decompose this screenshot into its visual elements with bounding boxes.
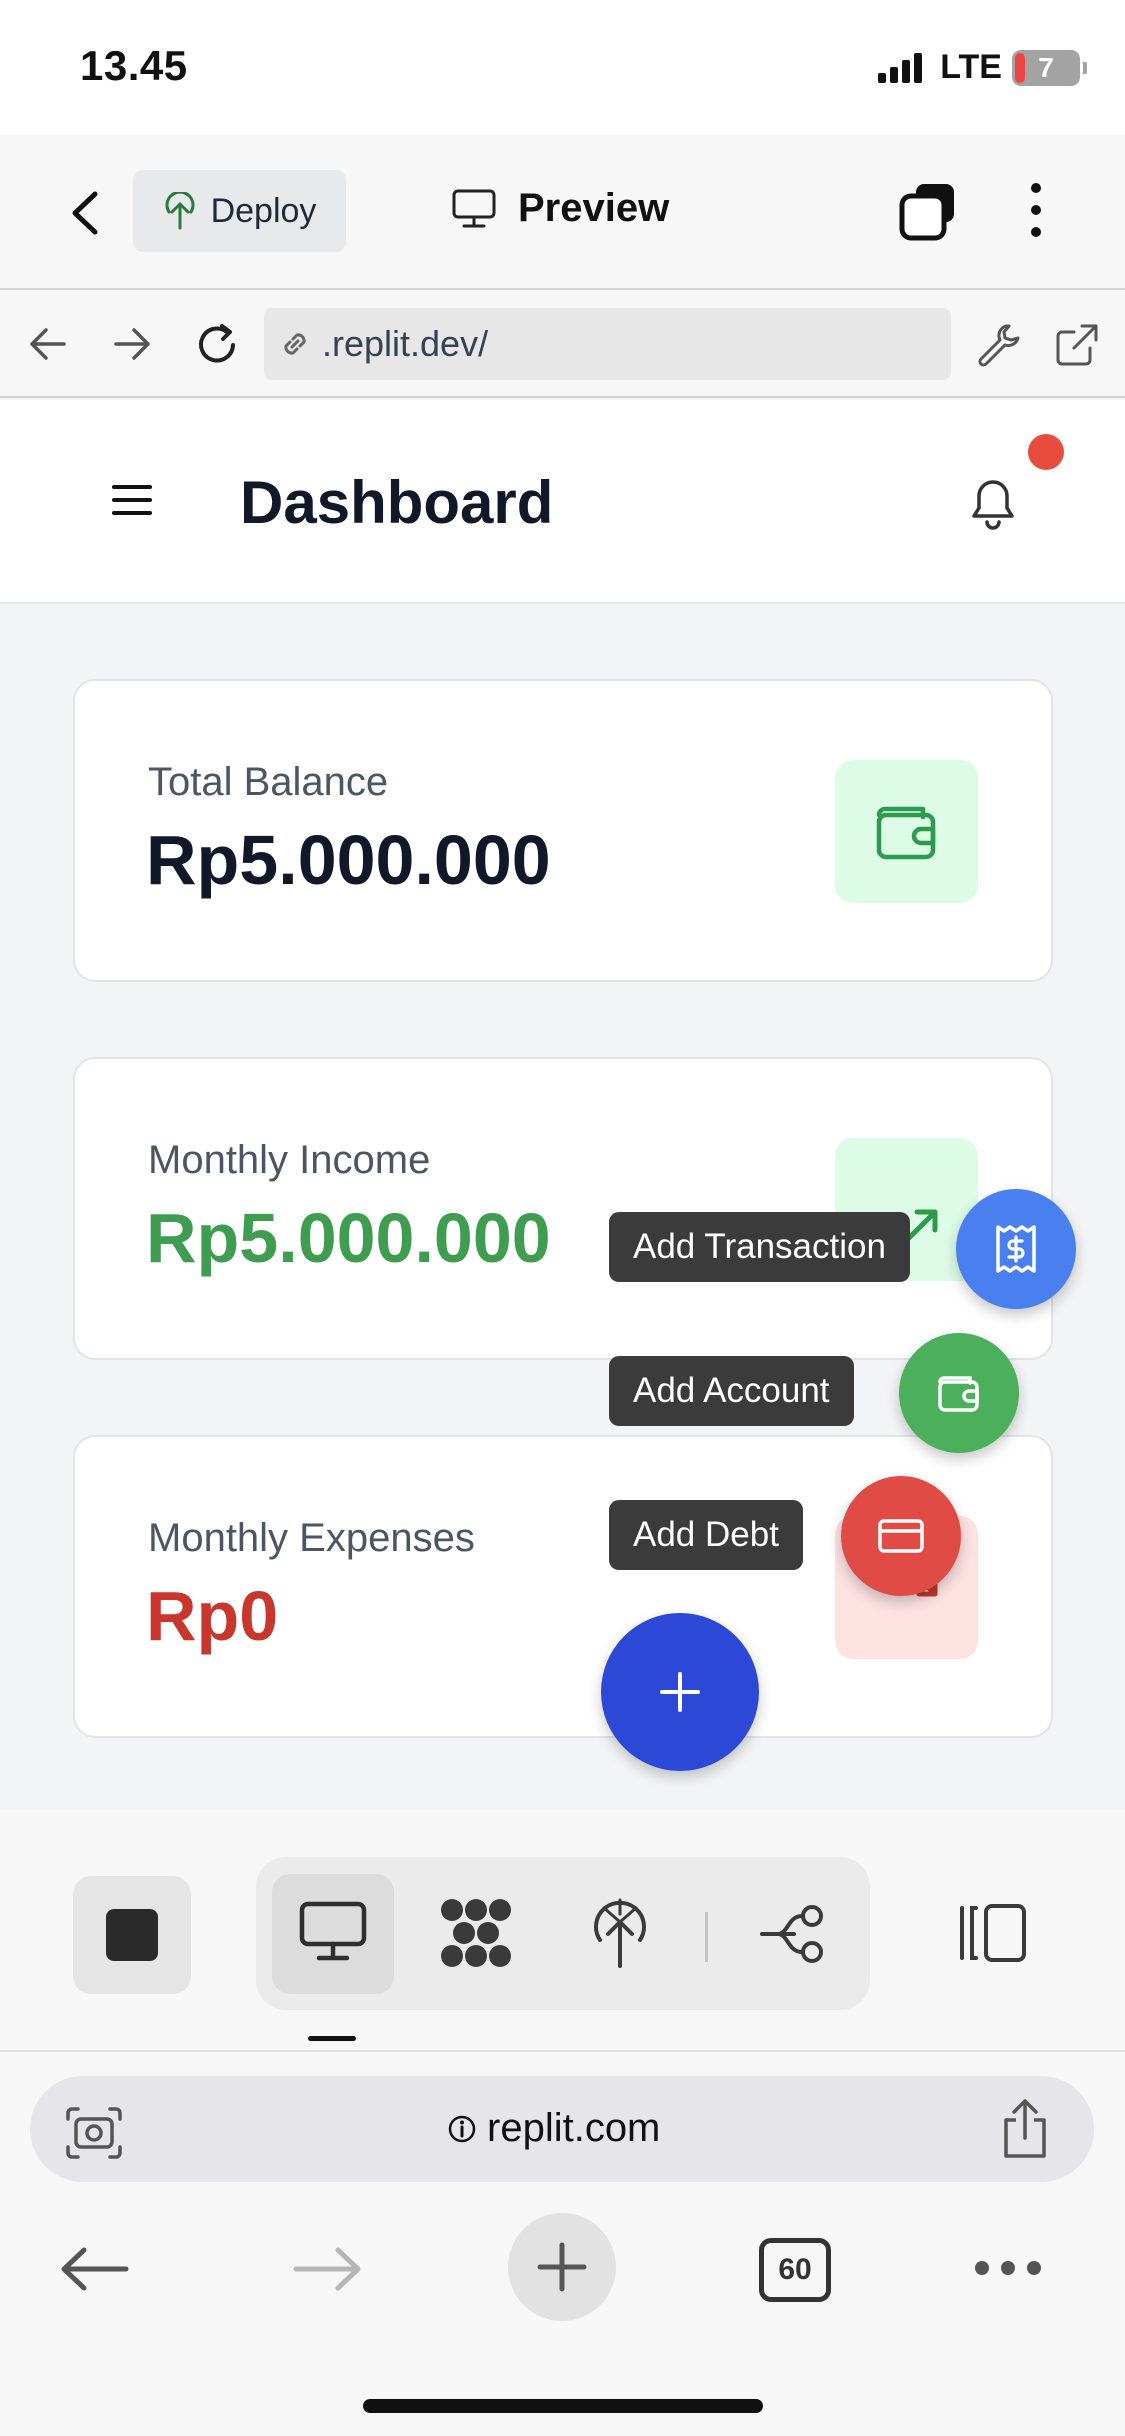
visual-lookup-button[interactable] (64, 2105, 124, 2161)
git-branch-icon (760, 1905, 823, 1963)
receipt-dollar-icon (996, 1225, 1036, 1273)
safari-forward-button[interactable] (292, 2246, 364, 2292)
add-debt-tooltip: Add Debt (609, 1500, 803, 1570)
arrow-left-icon (30, 328, 66, 360)
bell-icon (972, 480, 1014, 530)
card-value: Rp5.000.000 (146, 821, 551, 899)
arrow-left-icon (61, 2247, 129, 2291)
add-account-tooltip: Add Account (609, 1356, 854, 1426)
status-indicators: LTE 7 (878, 48, 1087, 87)
status-bar: 13.45 LTE 7 (0, 0, 1125, 135)
url-input[interactable]: .replit.dev/ (264, 308, 951, 380)
wallet-icon-tile (835, 760, 978, 903)
cluster-icon (441, 1899, 511, 1967)
credit-card-icon (878, 1519, 924, 1553)
arrow-right-icon (293, 2247, 361, 2291)
camera-scan-icon (66, 2107, 122, 2159)
stop-button[interactable] (73, 1876, 191, 1994)
card-value: Rp5.000.000 (146, 1199, 551, 1277)
safari-domain: replit.com (487, 2106, 661, 2150)
wrench-icon (978, 324, 1020, 367)
external-link-icon (1056, 324, 1098, 366)
active-tab-indicator (308, 2036, 356, 2041)
wallet-icon (938, 1376, 979, 1412)
wallet-icon (876, 806, 935, 859)
sidebar-panel-icon (960, 1904, 1026, 1962)
cellular-signal-icon (878, 52, 923, 83)
safari-more-button[interactable] (972, 2258, 1044, 2278)
deploy-icon (594, 1898, 646, 1968)
card-label: Monthly Income (148, 1138, 431, 1182)
new-tab-button[interactable] (508, 2213, 616, 2321)
open-external-button[interactable] (1054, 322, 1100, 368)
more-options-button[interactable] (1018, 180, 1054, 240)
card-label: Monthly Expenses (148, 1516, 475, 1560)
safari-back-button[interactable] (58, 2246, 130, 2292)
speed-dial-toggle-button[interactable] (601, 1613, 759, 1771)
preview-tool-button[interactable] (299, 1900, 367, 1964)
arrow-right-icon (114, 328, 150, 360)
reload-button[interactable] (192, 320, 242, 370)
share-icon (1004, 2099, 1046, 2158)
notifications-button[interactable] (968, 476, 1018, 532)
add-account-button[interactable] (899, 1333, 1019, 1453)
battery-level: 7 (1038, 51, 1054, 83)
share-button[interactable] (998, 2098, 1052, 2160)
plus-icon (537, 2242, 587, 2292)
page-title: Dashboard (240, 469, 554, 536)
devtools-button[interactable] (976, 322, 1022, 368)
link-icon (284, 333, 306, 355)
tabs-button[interactable] (898, 180, 958, 242)
more-horizontal-icon (975, 2261, 1041, 2275)
monitor-icon (452, 189, 496, 227)
url-text: .replit.dev/ (322, 323, 489, 364)
preview-tab[interactable]: Preview (452, 186, 669, 231)
menu-button[interactable] (110, 482, 154, 518)
notification-badge (1028, 434, 1064, 470)
tab-count-button[interactable]: 60 (759, 2238, 831, 2302)
nav-forward-button[interactable] (112, 326, 152, 362)
monitor-icon (299, 1901, 367, 1961)
hamburger-menu-icon (112, 485, 152, 515)
panel-toggle-button[interactable] (958, 1902, 1028, 1964)
status-time: 13.45 (80, 42, 188, 89)
info-icon (448, 2115, 476, 2142)
deploy-icon (165, 192, 194, 230)
back-button[interactable] (65, 190, 105, 236)
chevron-left-icon (72, 191, 98, 235)
git-tool-button[interactable] (758, 1904, 828, 1964)
nav-back-button[interactable] (28, 326, 68, 362)
home-indicator (363, 2399, 763, 2413)
workflows-tool-button[interactable] (438, 1896, 514, 1970)
network-type: LTE (940, 48, 1002, 86)
battery-icon: 7 (1012, 49, 1087, 86)
plus-icon (660, 1672, 700, 1712)
stop-icon (106, 1909, 158, 1961)
stacked-tabs-icon (899, 184, 954, 241)
app-header (0, 400, 1125, 604)
card-label: Total Balance (148, 760, 389, 804)
add-debt-button[interactable] (841, 1476, 961, 1596)
deploy-label: Deploy (210, 191, 317, 230)
toolbar-divider (705, 1912, 708, 1962)
more-vertical-icon (1031, 183, 1041, 237)
add-transaction-button[interactable] (956, 1189, 1076, 1309)
deploy-button[interactable]: Deploy (133, 170, 346, 252)
reload-icon (199, 324, 235, 363)
deploy-tool-button[interactable] (590, 1896, 650, 1970)
add-transaction-tooltip: Add Transaction (609, 1212, 910, 1282)
safari-url: replit.com (447, 2106, 660, 2151)
card-value: Rp0 (146, 1577, 279, 1655)
preview-label: Preview (518, 186, 670, 230)
